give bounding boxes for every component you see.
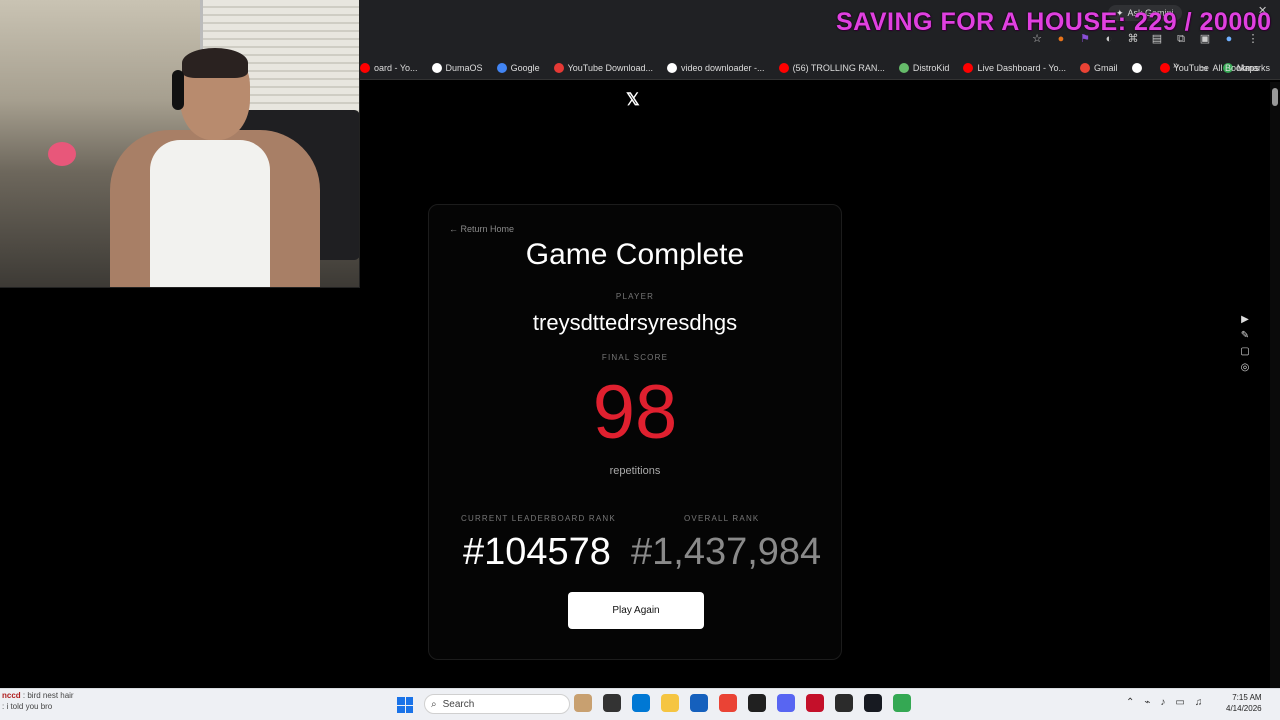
bookmark-item[interactable]: DistroKid	[898, 62, 950, 73]
taskbar-app-icon[interactable]	[690, 694, 708, 712]
chat-line: nccd : bird nest hair	[2, 690, 74, 701]
bookmark-favicon	[553, 62, 564, 73]
edit-icon[interactable]: ✎	[1238, 330, 1252, 341]
bookmarks-bar: oard - Yo... DumaOS Google YouTube Downl…	[360, 56, 1280, 80]
bookmark-label: video downloader -...	[681, 62, 765, 73]
scrollbar[interactable]	[1270, 82, 1280, 688]
webcam-overlay	[0, 0, 360, 288]
display-icon[interactable]: ▭	[1175, 697, 1184, 708]
bookmark-item[interactable]: (56) TROLLING RAN...	[778, 62, 885, 73]
taskbar-app-icon[interactable]	[806, 694, 824, 712]
taskbar-app-icon[interactable]	[893, 694, 911, 712]
taskbar-app-icon[interactable]	[777, 694, 795, 712]
chat-message: : bird nest hair	[22, 691, 74, 700]
clock-time: 7:15 AM	[1232, 693, 1262, 702]
bookmark-label: Google	[510, 62, 540, 73]
player-name: treysdttedrsyresdhgs	[532, 310, 738, 335]
player-label: PLAYER	[615, 292, 655, 301]
current-rank-value: #104578	[463, 531, 611, 573]
game-complete-card: ← Return Home Game Complete PLAYER treys…	[428, 204, 842, 660]
bookmark-label: Gmail	[1094, 62, 1118, 73]
taskbar-apps	[574, 694, 911, 712]
taskbar-app-icon[interactable]	[632, 694, 650, 712]
chat-username: nccd	[2, 691, 21, 700]
taskbar-app-icon[interactable]	[748, 694, 766, 712]
bookmark-item[interactable]: video downloader -...	[667, 62, 765, 73]
bookmark-favicon	[667, 62, 677, 73]
volume-icon[interactable]: ♫	[1195, 697, 1203, 708]
pink-object	[48, 142, 76, 166]
overall-rank-label: OVERALL RANK	[684, 514, 760, 523]
bookmark-favicon	[360, 62, 370, 73]
stream-goal-banner: SAVING FOR A HOUSE: 229 / 20000	[836, 8, 1272, 36]
bookmark-label: oard - Yo...	[374, 62, 418, 73]
bookmark-favicon	[496, 62, 507, 73]
scrollbar-thumb[interactable]	[1272, 88, 1278, 106]
taskbar-app-icon[interactable]	[719, 694, 737, 712]
bookmark-item[interactable]: oard - Yo...	[360, 62, 418, 73]
bookmark-label: YouTube Download...	[567, 62, 653, 73]
taskbar-app-icon[interactable]	[661, 694, 679, 712]
x-logo-icon[interactable]: 𝕏	[626, 90, 640, 110]
all-bookmarks-label: All Bookmarks	[1212, 63, 1270, 73]
taskbar-app-icon[interactable]	[835, 694, 853, 712]
bookmark-label: DistroKid	[912, 62, 950, 73]
bookmark-item[interactable]: DumaOS	[431, 62, 483, 73]
bookmark-favicon	[1131, 62, 1142, 73]
bookmark-item[interactable]: Live Dashboard - Yo...	[963, 62, 1066, 73]
return-home-link[interactable]: ← Return Home	[449, 224, 514, 234]
mic-tray-icon[interactable]: ♪	[1160, 697, 1165, 708]
bookmark-favicon	[898, 62, 909, 73]
bookmark-favicon	[778, 62, 789, 73]
search-icon: ⌕	[431, 698, 437, 710]
all-bookmarks-button[interactable]: ▭ All Bookmarks	[1199, 56, 1270, 80]
screen: ✦ Ask Gemini ✕ ☆ ● ⚑ ◐ ⌘ ▤ ⧉ ▣ ● ⋮ oard …	[0, 0, 1280, 720]
bookmark-item[interactable]: YouTube Download...	[553, 62, 653, 73]
bookmark-item[interactable]	[1131, 62, 1146, 73]
score-unit: repetitions	[609, 465, 661, 477]
taskbar-search-input[interactable]: ⌕ Search	[424, 694, 570, 714]
bookmark-favicon	[963, 62, 974, 73]
chevron-up-icon[interactable]: ⌃	[1126, 697, 1134, 708]
system-tray: ⌃ ⌁ ♪ ▭ ♫	[1126, 697, 1202, 708]
chat-icon[interactable]: ▢	[1238, 346, 1252, 357]
side-toolbar: ▶ ✎ ▢ ◎	[1238, 314, 1252, 373]
mic-icon[interactable]: ◎	[1238, 362, 1252, 373]
page-title: Game Complete	[525, 238, 745, 271]
taskbar-app-icon[interactable]	[603, 694, 621, 712]
streamer-shirt	[150, 140, 270, 287]
streamer	[90, 48, 320, 287]
play-icon[interactable]: ▶	[1238, 314, 1252, 325]
overall-rank-value: #1,437,984	[631, 531, 822, 573]
headphones	[172, 70, 184, 110]
taskbar-app-icon[interactable]	[864, 694, 882, 712]
current-rank-label: CURRENT LEADERBOARD RANK	[461, 514, 616, 523]
bookmark-favicon	[1159, 62, 1170, 73]
folder-icon: ▭	[1198, 62, 1208, 73]
final-score-label: FINAL SCORE	[601, 353, 669, 362]
stream-chat: nccd : bird nest hair : i told you bro	[2, 690, 74, 712]
windows-start-icon[interactable]	[397, 697, 413, 713]
final-score-value: 98	[592, 370, 678, 455]
streamer-hair	[182, 48, 248, 78]
taskbar-app-icon[interactable]	[574, 694, 592, 712]
network-icon[interactable]: ⌁	[1144, 697, 1150, 708]
bookmark-item[interactable]: Gmail	[1080, 62, 1118, 73]
chat-line: : i told you bro	[2, 702, 53, 711]
taskbar-clock[interactable]: 7:15 AM 4/14/2026	[1226, 692, 1262, 714]
bookmark-favicon	[1080, 62, 1090, 73]
taskbar-search-label: Search	[442, 698, 475, 710]
clock-date: 4/14/2026	[1226, 704, 1262, 713]
bookmark-label: DumaOS	[445, 62, 483, 73]
play-again-button[interactable]: Play Again	[568, 592, 704, 629]
bookmark-label: (56) TROLLING RAN...	[792, 62, 885, 73]
more-bookmarks-chevron-icon[interactable]: »	[1173, 60, 1179, 71]
bookmark-item[interactable]: Google	[496, 62, 540, 73]
bookmark-favicon	[431, 62, 442, 73]
bookmark-label: Live Dashboard - Yo...	[977, 62, 1066, 73]
